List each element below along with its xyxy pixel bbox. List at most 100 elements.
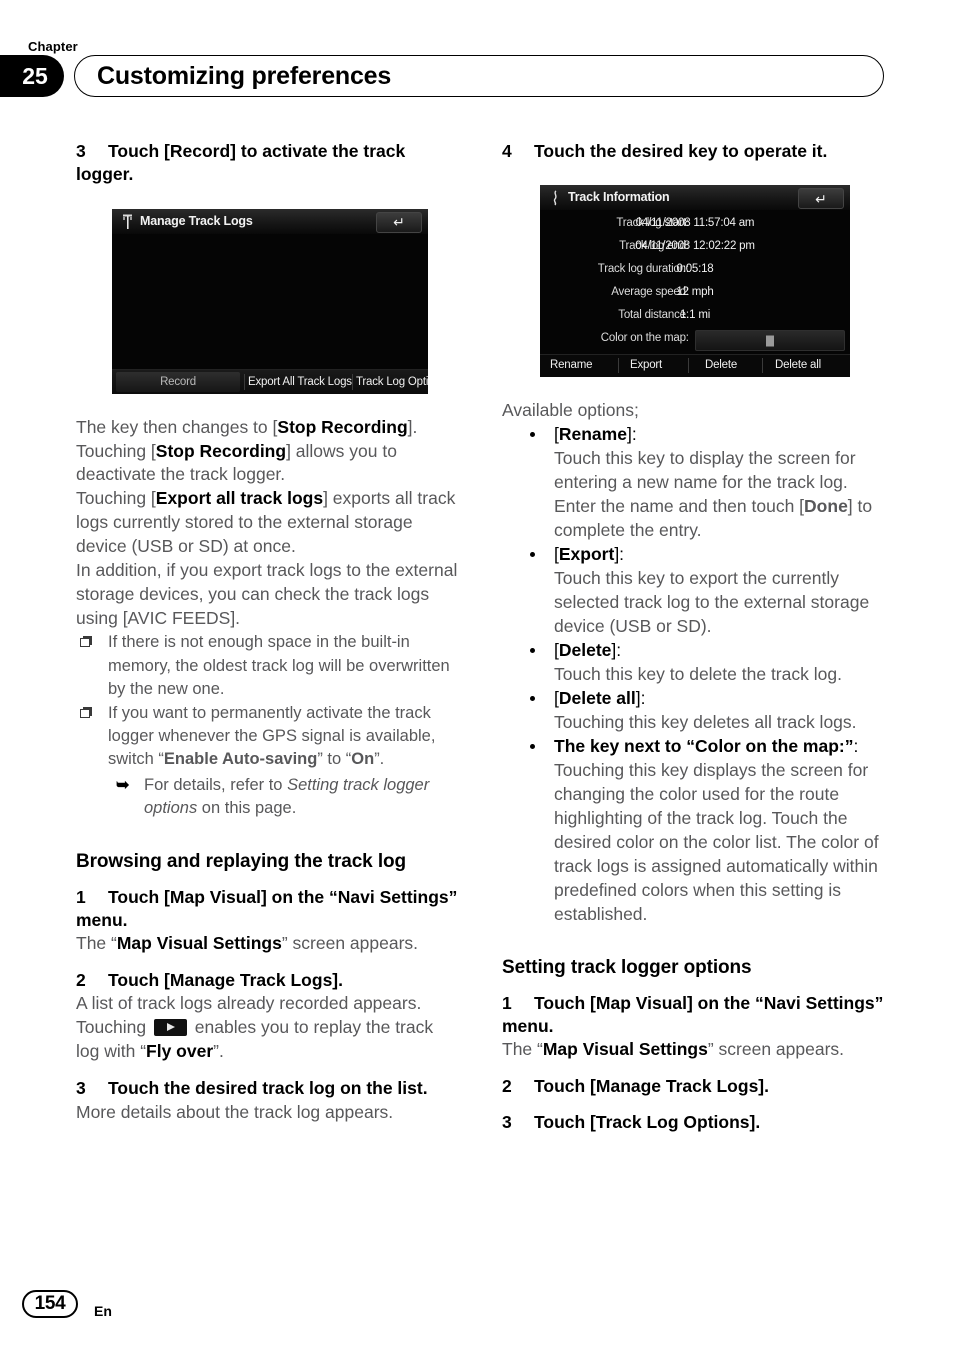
device-title: Track Information [568, 190, 670, 205]
info-value: 04/11/2008 11:57:04 am [635, 217, 755, 230]
step-1-body: The “Map Visual Settings” screen appears… [76, 932, 458, 956]
key-separator [618, 358, 619, 374]
text-fragment: The key then changes to [ [76, 416, 278, 437]
info-value: 1.1 mi [679, 309, 711, 322]
step-1-number: 1 [76, 886, 86, 907]
device-title: Manage Track Logs [140, 213, 253, 228]
device-key-delete-all[interactable]: Delete all [775, 359, 821, 371]
device-detail-area: Track log start: 04/11/2008 11:57:04 am … [540, 210, 850, 378]
right-step-2-text: Touch [Manage Track Logs]. [534, 1076, 769, 1097]
text-fragment: ” to “ [317, 750, 352, 769]
note-item: If there is not enough space in the buil… [76, 631, 458, 701]
option-label: The key next to “Color on the map:”: [554, 736, 858, 756]
color-swatch [766, 335, 774, 347]
info-label: Color on the map: [600, 332, 689, 345]
back-arrow-icon[interactable]: ↵ [798, 188, 844, 210]
text-fragment: ]: [614, 544, 625, 565]
option-rename: [Rename]: Touch this key to display the … [502, 423, 884, 543]
text-fragment: ”. [374, 750, 385, 769]
device-list-area: Record Export All Track Logs Track Log O… [112, 233, 428, 394]
bold-delete-all: Delete all [558, 687, 636, 708]
option-export: [Export]: Touch this key to export the c… [502, 543, 884, 639]
back-arrow-glyph: ↵ [393, 214, 405, 231]
device-key-track-log-options[interactable]: Track Log Options [356, 376, 428, 388]
step-1-text: Touch [Map Visual] on the “Navi Settings… [76, 886, 458, 930]
text-fragment: The “ [502, 1039, 543, 1060]
text-fragment: on this page. [197, 799, 297, 818]
bullet-icon [530, 552, 535, 558]
right-step-1-text: Touch [Map Visual] on the “Navi Settings… [502, 992, 884, 1036]
bold-stop-recording: Stop Recording [155, 440, 287, 461]
right-step-1-heading: 1 Touch [Map Visual] on the “Navi Setting… [502, 992, 884, 1039]
right-step-1-body: The “Map Visual Settings” screen appears… [502, 1038, 884, 1062]
option-description: Touching this key deletes all track logs… [554, 711, 857, 732]
xref-arrow-icon: ➥ [116, 776, 130, 794]
chapter-number: 25 [22, 62, 48, 89]
info-row: Total distance: 1.1 mi [540, 306, 850, 329]
bold-export-all-track-logs: Export all track logs [155, 488, 324, 509]
chapter-number-tab: 25 [0, 55, 64, 97]
bold-on: On [351, 750, 375, 769]
left-column: 3 Touch [Record] to activate the track lo… [76, 140, 458, 1125]
option-delete-all: [Delete all]: Touching this key deletes … [502, 687, 884, 735]
right-step-3-number: 3 [502, 1112, 512, 1133]
bullet-icon [530, 432, 535, 438]
bullet-icon [530, 695, 535, 701]
info-row: Track log end: 04/11/2008 12:02:22 pm [540, 237, 850, 260]
screenshot-track-information: Track Information ↵ Track log start: 04/… [540, 185, 850, 378]
bold-map-visual-settings: Map Visual Settings [542, 1039, 708, 1060]
page-header: Chapter 25 Customizing preferences [0, 30, 954, 100]
chapter-label: Chapter [28, 39, 78, 54]
device-bottom-bar: Rename Export Delete Delete all [540, 354, 850, 378]
bold-enable-auto-saving: Enable Auto-saving [163, 750, 318, 769]
option-delete: [Delete]: Touch this key to delete the t… [502, 639, 884, 687]
step-3b-heading: 3 Touch the desired track log on the list… [76, 1077, 458, 1100]
step-4-text: Touch the desired key to operate it. [534, 141, 828, 161]
chapter-title-pill: Customizing preferences [74, 55, 884, 97]
bold-export: Export [558, 544, 615, 565]
step-1-heading: 1 Touch [Map Visual] on the “Navi Setting… [76, 886, 458, 933]
text-fragment: For details, refer to [144, 775, 288, 794]
bold-fly-over: Fly over [146, 1041, 214, 1062]
page-footer: 154 En [22, 1290, 322, 1330]
key-separator [688, 358, 689, 374]
option-description: Touch this key to delete the track log. [554, 663, 842, 684]
device-key-delete[interactable]: Delete [705, 359, 737, 371]
note-cube-icon [80, 636, 93, 648]
text-fragment: ]: [611, 639, 622, 660]
right-step-3-heading: 3 Touch [Track Log Options]. [502, 1111, 884, 1134]
bullet-icon [530, 647, 535, 653]
screenshot-manage-track-logs: Manage Track Logs ↵ Record Export All Tr… [112, 208, 428, 394]
available-options-label: Available options; [502, 400, 639, 421]
info-label: Total distance: [618, 309, 689, 322]
device-key-export-all[interactable]: Export All Track Logs [248, 376, 352, 388]
text-fragment: ]: [626, 424, 637, 445]
track-log-icon [121, 214, 135, 230]
text-fragment: ” screen appears. [707, 1039, 845, 1060]
bold-color-on-map-key: The key next to “Color on the map:” [554, 735, 854, 756]
back-arrow-icon[interactable]: ↵ [376, 211, 422, 233]
paragraph-avic-feeds: In addition, if you export track logs to… [76, 560, 458, 629]
step-2-text: Touch [Manage Track Logs]. [108, 970, 343, 991]
section-heading-setting-track-logger: Setting track logger options [502, 956, 752, 978]
device-key-record[interactable]: Record [116, 371, 240, 392]
device-key-export[interactable]: Export [630, 359, 662, 371]
language-code: En [94, 1303, 112, 1319]
step-3b-text: Touch the desired track log on the list. [108, 1078, 428, 1099]
right-column: 4 Touch the desired key to operate it. Tr… [502, 140, 884, 1135]
paragraph-stop-recording: The key then changes to [Stop Recording]… [76, 416, 458, 488]
bullet-icon [530, 743, 535, 749]
text-fragment: The “ [76, 933, 117, 954]
text-fragment: Touching [ [76, 488, 156, 509]
text-fragment: ” screen appears. [281, 933, 419, 954]
paragraph-export-all: Touching [Export all track logs] exports… [76, 487, 458, 559]
step-4-heading: 4 Touch the desired key to operate it. [502, 140, 884, 163]
device-key-rename[interactable]: Rename [550, 359, 592, 371]
options-bullet-list: [Rename]: Touch this key to display the … [502, 423, 884, 926]
color-on-map-key[interactable] [695, 330, 845, 352]
option-color-on-map: The key next to “Color on the map:”: Tou… [502, 735, 884, 927]
right-step-2-number: 2 [502, 1076, 512, 1097]
right-step-1-number: 1 [502, 992, 512, 1013]
play-key-icon[interactable] [153, 1019, 187, 1037]
info-row: Track log start: 04/11/2008 11:57:04 am [540, 214, 850, 237]
